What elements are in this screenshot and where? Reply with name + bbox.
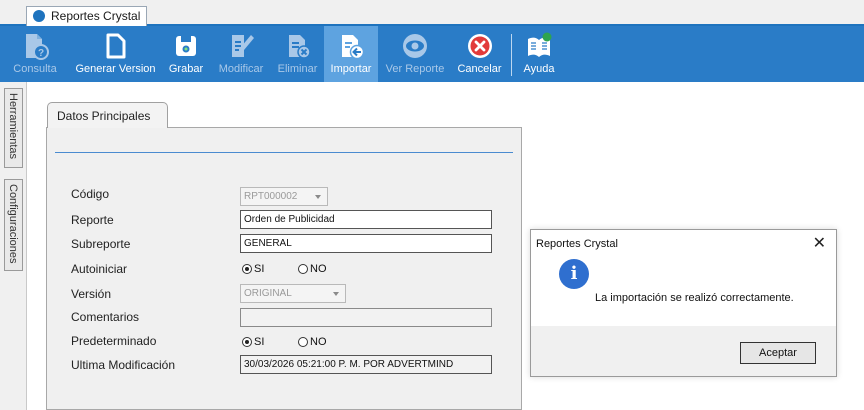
predeterminado-no-label: NO: [310, 336, 327, 348]
cancel-icon: [467, 34, 492, 58]
tab-datos-principales[interactable]: Datos Principales: [47, 102, 168, 128]
tab-datos-principales-label: Datos Principales: [57, 109, 151, 123]
version-value: ORIGINAL: [244, 288, 292, 299]
eliminar-label: Eliminar: [277, 63, 318, 75]
subreporte-label: Subreporte: [71, 237, 131, 251]
ultima-modificacion-field: 30/03/2026 05:21:00 P. M. POR ADVERTMIND: [240, 355, 492, 374]
eye-icon: [403, 34, 427, 58]
ayuda-label: Ayuda: [523, 63, 555, 75]
predeterminado-si-label: SI: [254, 336, 265, 348]
save-icon: [176, 36, 196, 56]
autoiniciar-label: Autoiniciar: [71, 262, 128, 276]
subreporte-value: GENERAL: [244, 238, 292, 249]
chevron-down-icon: [315, 195, 321, 199]
version-dropdown[interactable]: ORIGINAL: [240, 284, 346, 303]
message-dialog: Reportes Crystal ✕ i La importación se r…: [530, 229, 837, 377]
ver-reporte-button[interactable]: Ver Reporte: [378, 26, 452, 82]
radio-selected-icon: [242, 264, 252, 274]
generar-version-label: Generar Version: [75, 63, 156, 75]
predeterminado-label: Predeterminado: [71, 334, 157, 348]
autoiniciar-si-radio[interactable]: SI: [242, 262, 264, 276]
chevron-down-icon: [333, 292, 339, 296]
document-query-icon: ?: [26, 34, 49, 60]
comentarios-input[interactable]: [240, 308, 492, 327]
codigo-label: Código: [71, 187, 110, 201]
side-tab-herramientas-label: Herramientas: [7, 93, 19, 160]
comentarios-label: Comentarios: [71, 310, 140, 324]
autoiniciar-si-label: SI: [254, 263, 265, 275]
dialog-footer: Aceptar: [531, 326, 836, 376]
predeterminado-si-radio[interactable]: SI: [242, 335, 264, 349]
importar-button[interactable]: Importar: [324, 26, 378, 82]
importar-label: Importar: [330, 63, 372, 75]
delete-document-icon: [288, 35, 311, 59]
document-tab-strip: Reportes Crystal: [0, 0, 864, 26]
dialog-title: Reportes Crystal: [536, 238, 618, 250]
side-tab-herramientas[interactable]: Herramientas: [4, 88, 23, 168]
reporte-input[interactable]: Orden de Publicidad: [240, 210, 492, 229]
info-icon: i: [559, 259, 589, 289]
version-label: Versión: [71, 287, 112, 301]
side-panel-tabs: Herramientas Configuraciones: [0, 82, 27, 410]
dialog-message: La importación se realizó correctamente.: [595, 292, 794, 304]
grabar-button[interactable]: Grabar: [161, 26, 211, 82]
document-tab-reportes-crystal[interactable]: Reportes Crystal: [26, 6, 148, 26]
modificar-label: Modificar: [218, 63, 264, 75]
generar-version-button[interactable]: Generar Version: [70, 26, 161, 82]
document-tab-label: Reportes Crystal: [51, 9, 141, 23]
reporte-label: Reporte: [71, 213, 114, 227]
radio-unselected-icon: [298, 337, 308, 347]
subreporte-input[interactable]: GENERAL: [240, 234, 492, 253]
reporte-value: Orden de Publicidad: [244, 214, 335, 225]
cancelar-label: Cancelar: [457, 63, 502, 75]
aceptar-button[interactable]: Aceptar: [740, 342, 816, 364]
radio-selected-icon: [242, 337, 252, 347]
svg-text:?: ?: [38, 48, 44, 59]
eliminar-button[interactable]: Eliminar: [271, 26, 324, 82]
crystal-reports-icon: [33, 10, 45, 22]
ayuda-button[interactable]: Ayuda: [515, 26, 563, 82]
autoiniciar-no-label: NO: [310, 263, 327, 275]
modificar-button[interactable]: Modificar: [211, 26, 271, 82]
close-icon[interactable]: ✕: [813, 233, 826, 253]
codigo-dropdown[interactable]: RPT000002: [240, 187, 328, 206]
main-toolbar: ? Consulta Generar Version Grabar Modifi…: [0, 26, 864, 82]
consulta-button[interactable]: ? Consulta: [0, 26, 70, 82]
side-tab-configuraciones[interactable]: Configuraciones: [4, 179, 23, 271]
predeterminado-no-radio[interactable]: NO: [298, 335, 327, 349]
edit-document-icon: [232, 35, 254, 57]
radio-unselected-icon: [298, 264, 308, 274]
import-icon: [342, 35, 365, 60]
ver-reporte-label: Ver Reporte: [385, 63, 445, 75]
panel-divider: [55, 152, 513, 153]
consulta-label: Consulta: [13, 63, 57, 75]
toolbar-separator: [511, 34, 512, 76]
cancelar-button[interactable]: Cancelar: [452, 26, 507, 82]
new-document-icon: [106, 33, 125, 59]
ultima-modificacion-value: 30/03/2026 05:21:00 P. M. POR ADVERTMIND: [244, 359, 454, 370]
ultima-modificacion-label: Ultima Modificación: [71, 358, 176, 372]
grabar-label: Grabar: [168, 63, 204, 75]
side-tab-configuraciones-label: Configuraciones: [7, 184, 19, 264]
help-book-icon: [528, 32, 552, 57]
codigo-value: RPT000002: [244, 191, 298, 202]
autoiniciar-no-radio[interactable]: NO: [298, 262, 327, 276]
